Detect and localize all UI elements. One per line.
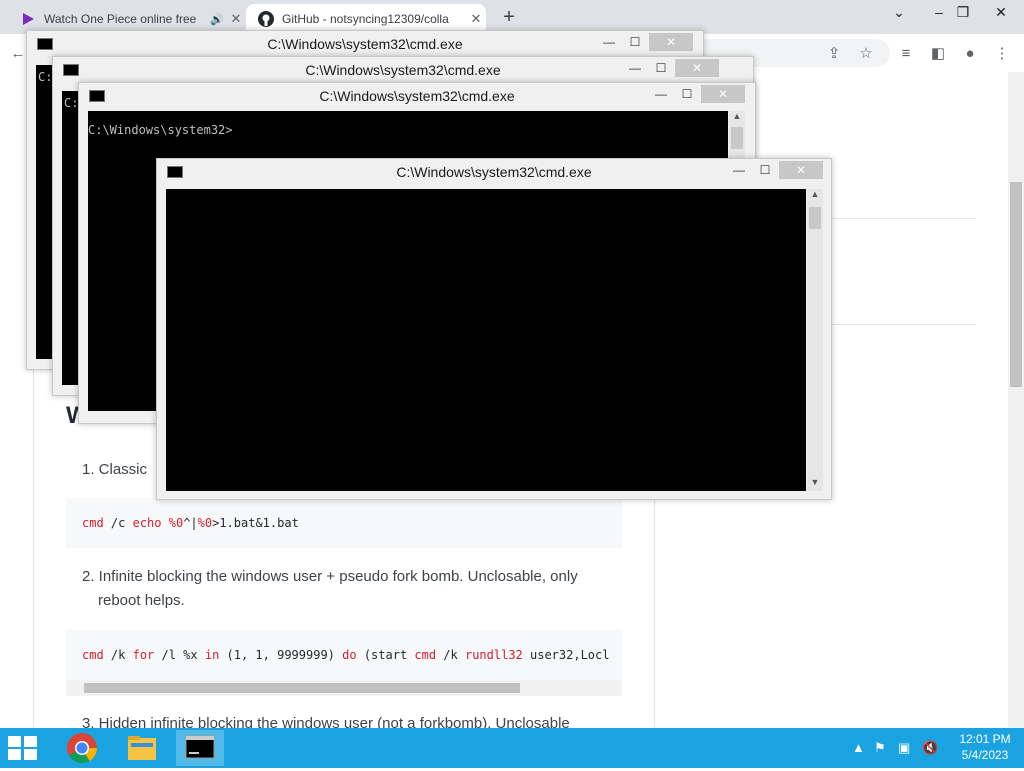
back-arrow-icon[interactable]: ← <box>8 44 28 64</box>
tab-label: Watch One Piece online free <box>44 12 197 26</box>
maximize-icon[interactable]: ☐ <box>677 87 697 101</box>
code-block-2: cmd /k for /l %x in (1, 1, 9999999) do (… <box>66 630 622 680</box>
code-block-1: cmd /c echo %0^|%0>1.bat&1.bat <box>66 498 622 548</box>
github-icon <box>258 11 274 27</box>
reading-list-icon[interactable]: ≡ <box>896 44 916 64</box>
cmd-title-bar[interactable]: C:\Windows\system32\cmd.exe — ☐ ✕ <box>53 57 753 83</box>
cmd-title-bar[interactable]: C:\Windows\system32\cmd.exe — ☐ ✕ <box>157 159 831 185</box>
bookmark-star-icon[interactable]: ☆ <box>856 44 876 64</box>
minimize-icon[interactable]: — <box>651 87 671 101</box>
close-tab-icon[interactable]: ✕ <box>466 11 486 27</box>
browser-tab-strip: Watch One Piece online free 🔊 ✕ GitHub -… <box>0 0 1024 34</box>
maximize-icon[interactable]: ☐ <box>625 35 645 49</box>
minimize-icon[interactable]: — <box>625 61 645 75</box>
cmd-taskbar-button[interactable] <box>176 730 224 766</box>
action-center-flag-icon[interactable]: ⚑ <box>874 740 886 756</box>
clock-date: 5/4/2023 <box>961 748 1009 762</box>
folder-icon <box>128 736 156 760</box>
page-scrollbar[interactable] <box>1008 72 1024 728</box>
minimize-icon[interactable]: — <box>729 163 749 177</box>
cmd-title-bar[interactable]: C:\Windows\system32\cmd.exe — ☐ ✕ <box>27 31 703 57</box>
volume-muted-icon[interactable]: 🔇 <box>922 740 938 756</box>
cmd-vertical-scrollbar[interactable]: ▲ ▼ <box>807 189 823 491</box>
maximize-icon[interactable]: ☐ <box>651 61 671 75</box>
minimize-icon[interactable]: — <box>599 35 619 49</box>
restore-icon[interactable]: ❐ <box>948 0 978 24</box>
new-tab-button[interactable]: + <box>498 6 520 28</box>
chrome-taskbar-button[interactable] <box>58 730 106 766</box>
tab-search-icon[interactable]: ⌄ <box>884 0 914 24</box>
chrome-icon <box>67 733 97 764</box>
side-panel-icon[interactable]: ◧ <box>928 44 948 64</box>
play-icon <box>20 11 36 27</box>
network-icon[interactable]: ▣ <box>898 740 910 756</box>
profile-avatar-icon[interactable]: ● <box>960 44 980 64</box>
clock-time: 12:01 PM <box>959 732 1011 746</box>
close-icon[interactable]: ✕ <box>649 33 693 51</box>
scroll-down-icon[interactable]: ▼ <box>807 477 823 491</box>
scrollbar-thumb[interactable] <box>84 683 520 693</box>
scrollbar-thumb[interactable] <box>1010 182 1022 387</box>
maximize-icon[interactable]: ☐ <box>755 163 775 177</box>
tab-label: GitHub - notsyncing12309/colla <box>282 12 449 26</box>
speaker-icon[interactable]: 🔊 <box>208 13 226 26</box>
taskbar: ▲ ⚑ ▣ 🔇 12:01 PM 5/4/2023 <box>0 728 1024 768</box>
close-window-icon[interactable]: ✕ <box>986 0 1016 24</box>
scrollbar-thumb[interactable] <box>731 127 743 149</box>
show-hidden-icons-icon[interactable]: ▲ <box>852 740 865 755</box>
close-icon[interactable]: ✕ <box>675 59 719 77</box>
list-item-1: 1. Classic <box>82 461 148 478</box>
scroll-up-icon[interactable]: ▲ <box>807 189 823 203</box>
start-button[interactable] <box>8 736 38 760</box>
scrollbar-thumb[interactable] <box>809 207 821 229</box>
close-icon[interactable]: ✕ <box>779 161 823 179</box>
menu-kebab-icon[interactable]: ⋮ <box>992 44 1012 64</box>
file-explorer-taskbar-button[interactable] <box>118 730 166 766</box>
cmd-icon <box>185 735 215 759</box>
list-item-2: 2. Infinite blocking the windows user + … <box>82 568 578 609</box>
scroll-up-icon[interactable]: ▲ <box>729 111 745 125</box>
system-clock[interactable]: 12:01 PM 5/4/2023 <box>950 731 1020 763</box>
windows-logo-icon <box>8 736 21 747</box>
cmd-console[interactable] <box>166 189 806 491</box>
code-horizontal-scrollbar[interactable] <box>66 680 622 696</box>
close-tab-icon[interactable]: ✕ <box>226 11 246 27</box>
close-icon[interactable]: ✕ <box>701 85 745 103</box>
share-icon[interactable]: ⇪ <box>824 44 844 64</box>
cmd-title-bar[interactable]: C:\Windows\system32\cmd.exe — ☐ ✕ <box>79 83 755 109</box>
cmd-window[interactable]: C:\Windows\system32\cmd.exe — ☐ ✕ ▲ ▼ <box>156 158 832 500</box>
cmd-title: C:\Windows\system32\cmd.exe <box>305 62 501 78</box>
list-item-3: 3. Hidden infinite blocking the windows … <box>82 715 570 728</box>
